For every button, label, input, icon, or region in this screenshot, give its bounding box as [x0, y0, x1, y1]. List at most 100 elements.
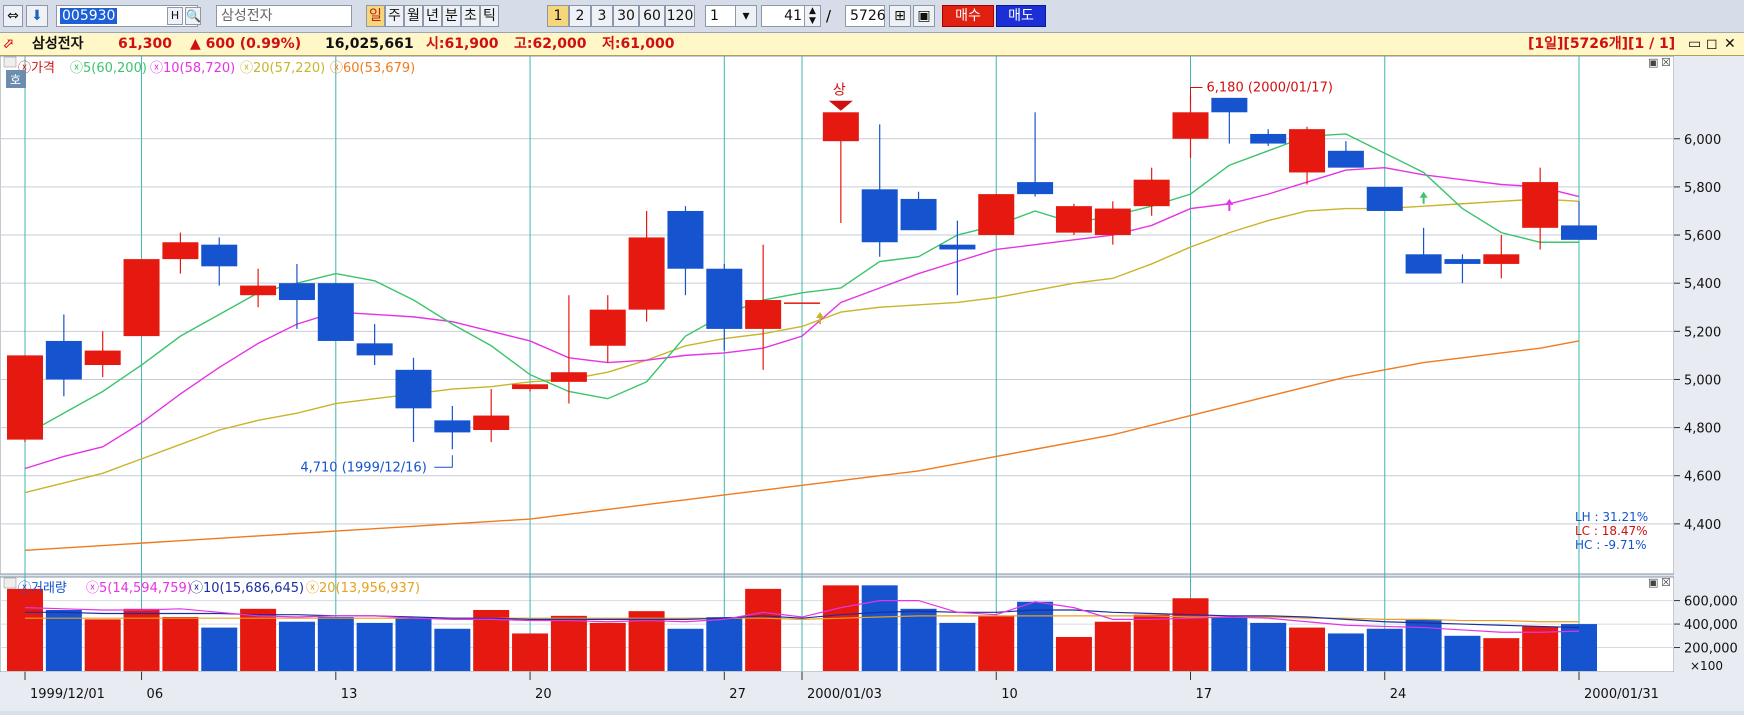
close-icon[interactable]: ✕ [1724, 33, 1736, 55]
volume-pane-maximize-icon[interactable]: ▣ [1648, 576, 1658, 589]
date-tick-label: 20 [535, 687, 552, 702]
quote-low: 저:61,000 [602, 36, 675, 52]
download-icon[interactable]: ⬇ [26, 5, 48, 27]
add-chart-icon[interactable]: ⊞ [889, 5, 911, 27]
minute-tab[interactable]: 1 [547, 5, 569, 27]
volume-bar [939, 622, 976, 671]
minute-tab[interactable]: 60 [639, 5, 665, 27]
sell-button[interactable]: 매도 [996, 5, 1046, 27]
candle-body [861, 189, 898, 243]
h-button[interactable]: H [167, 7, 183, 25]
volume-bar [512, 633, 549, 671]
price-tick-label: 6,000 [1684, 133, 1721, 148]
period-tab[interactable]: 초 [461, 5, 480, 27]
candle-body [1211, 97, 1248, 113]
save-icon[interactable]: ▣ [913, 5, 935, 27]
volume-bar [278, 621, 315, 671]
candle-body [1483, 254, 1520, 264]
volume-bar [1483, 638, 1520, 671]
legend-vol-ma5[interactable]: ⓧ5(14,594,759) [86, 581, 192, 596]
volume-bar [1289, 627, 1326, 671]
candle-body [550, 372, 587, 382]
period-tab[interactable]: 년 [423, 5, 442, 27]
quote-open: 시:61,900 [426, 36, 499, 52]
volume-tick-label: 600,000 [1684, 595, 1738, 610]
quote-volume: 16,025,661 [325, 36, 414, 52]
price-pane-menu-icon[interactable] [3, 56, 17, 68]
period-tab[interactable]: 분 [442, 5, 461, 27]
minute-tab[interactable]: 2 [569, 5, 591, 27]
quote-bar: ⬀ 삼성전자 61,300 ▲ 600 (0.99%) 16,025,661 시… [0, 33, 1744, 56]
candle-body [822, 112, 859, 142]
high-price-label: 6,180 (2000/01/17) [1207, 80, 1333, 95]
limit-up-label: 상 [833, 83, 846, 99]
legend-ma20[interactable]: ⓧ20(57,220) [240, 61, 325, 76]
candle-body [1327, 150, 1364, 168]
legend-vol-ma20[interactable]: ⓧ20(13,956,937) [306, 581, 420, 596]
chart-area[interactable]: 6,000 5,800 5,600 5,400 5,200 5,000 4,800 4,600… [0, 55, 1744, 711]
quote-change: ▲ 600 (0.99%) [190, 36, 302, 52]
candle-body [1055, 206, 1092, 233]
candle-body [512, 384, 549, 390]
volume-bar [978, 615, 1015, 671]
period-tab[interactable]: 일 [366, 5, 385, 27]
candle-body [900, 198, 937, 231]
candle-body [589, 309, 626, 346]
candle-body [45, 340, 82, 380]
legend-ma5[interactable]: ⓧ5(60,200) [70, 61, 147, 76]
stock-code-input[interactable]: 005930 H 🔍 [56, 5, 201, 27]
date-tick-label: 2000/01/31 [1584, 687, 1659, 702]
price-tick-label: 4,800 [1684, 422, 1721, 437]
volume-bar [706, 617, 743, 671]
legend-volume[interactable]: ⓧ거래량 [18, 581, 67, 596]
maximize-icon[interactable]: ◻ [1706, 33, 1718, 55]
volume-unit-label: ×100 [1690, 659, 1723, 673]
period-tab[interactable]: 틱 [480, 5, 499, 27]
candle-body [317, 283, 354, 341]
date-tick-label: 24 [1390, 687, 1407, 702]
candle-body [7, 355, 43, 440]
date-tick-label: 2000/01/03 [807, 687, 882, 702]
quote-badge-label: 호 [10, 73, 21, 87]
volume-bar [356, 622, 393, 671]
volume-bar [1522, 626, 1559, 671]
legend-vol-ma10[interactable]: ⓧ10(15,686,645) [190, 581, 304, 596]
legend-ma60[interactable]: ⓧ60(53,679) [330, 61, 415, 76]
minute-tab[interactable]: 3 [591, 5, 613, 27]
candle-body [745, 300, 782, 329]
period-tab[interactable]: 주 [385, 5, 404, 27]
volume-bar [1366, 628, 1403, 671]
minute-tab[interactable]: 30 [613, 5, 639, 27]
nav-arrow-icon[interactable]: ⇔ [3, 5, 23, 27]
pane-maximize-icon[interactable]: ▣ [1648, 56, 1658, 69]
pane-close-icon[interactable]: ☒ [1661, 56, 1671, 69]
price-tick-label: 5,600 [1684, 229, 1721, 244]
volume-bar [1327, 633, 1364, 671]
period-tab[interactable]: 월 [404, 5, 423, 27]
buy-button[interactable]: 매수 [942, 5, 994, 27]
legend-ma10[interactable]: ⓧ10(58,720) [150, 61, 235, 76]
search-icon[interactable]: 🔍 [185, 7, 201, 25]
volume-bar [162, 617, 199, 671]
volume-bar [7, 588, 43, 671]
volume-bar [861, 585, 898, 671]
volume-pane-menu-icon[interactable] [3, 577, 17, 589]
volume-bar [822, 585, 859, 671]
volume-bar [395, 618, 432, 671]
price-tick-label: 4,400 [1684, 518, 1721, 533]
candle-body [395, 369, 432, 409]
quote-high: 고:62,000 [514, 36, 587, 52]
candle-body [706, 268, 743, 329]
candle-body [978, 194, 1015, 236]
volume-pane-close-icon[interactable]: ☒ [1661, 576, 1671, 589]
chevron-down-icon[interactable]: ▾ [735, 5, 757, 27]
minute-tab[interactable]: 120 [665, 5, 695, 27]
minimize-icon[interactable]: ▭ [1688, 33, 1701, 55]
volume-tick-label: 200,000 [1684, 642, 1738, 657]
date-tick-label: 06 [147, 687, 164, 702]
count-stepper[interactable]: ▲ ▼ [804, 5, 821, 27]
candle-body [784, 302, 820, 304]
candle-body [1366, 186, 1403, 211]
candle-body [84, 350, 121, 366]
candle-body [356, 343, 393, 356]
